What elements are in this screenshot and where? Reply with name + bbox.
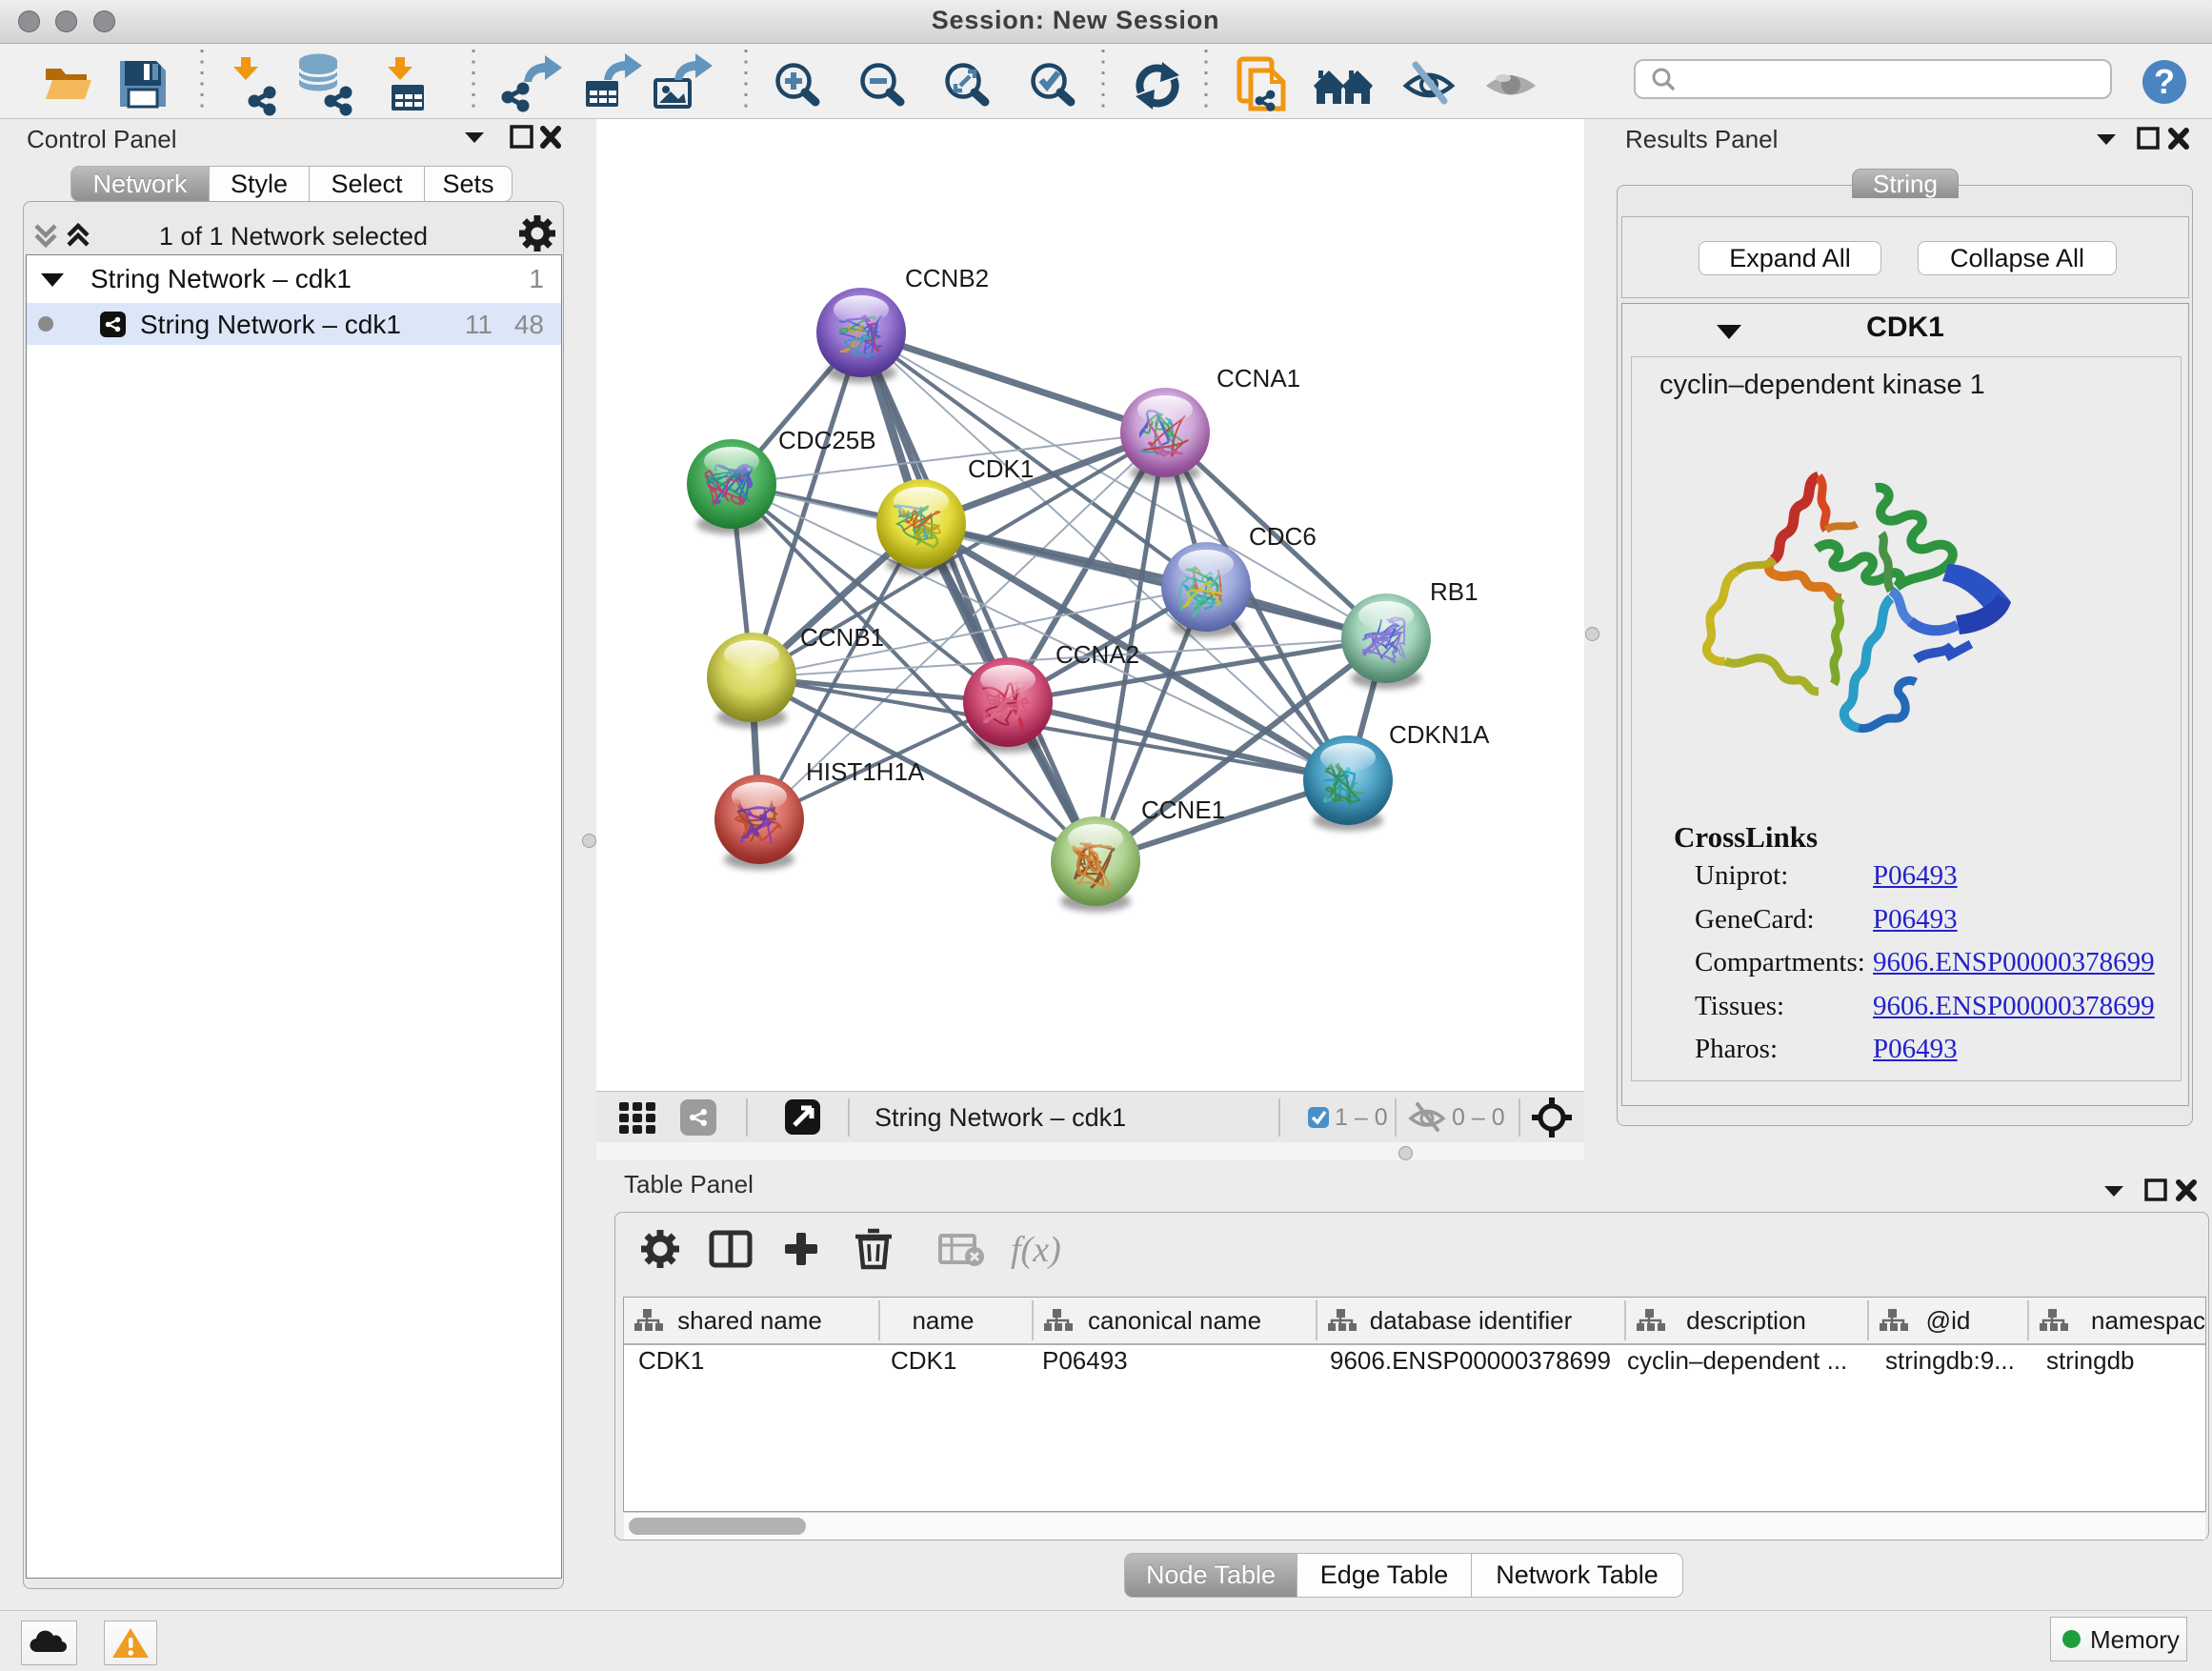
svg-text:description: description bbox=[1686, 1306, 1806, 1335]
svg-text:cyclin–dependent ...: cyclin–dependent ... bbox=[1627, 1346, 1847, 1375]
svg-text:CCNE1: CCNE1 bbox=[1141, 795, 1225, 824]
svg-text:shared name: shared name bbox=[677, 1306, 822, 1335]
svg-text:CDKN1A: CDKN1A bbox=[1389, 720, 1490, 749]
svg-text:CDC6: CDC6 bbox=[1249, 522, 1317, 551]
svg-text:canonical name: canonical name bbox=[1088, 1306, 1261, 1335]
svg-text:CCNB1: CCNB1 bbox=[800, 623, 884, 652]
svg-text:namespace: namespace bbox=[2091, 1306, 2206, 1335]
svg-text:9606.ENSP00000378699: 9606.ENSP00000378699 bbox=[1330, 1346, 1611, 1375]
svg-text:RB1: RB1 bbox=[1430, 577, 1478, 606]
svg-text:String Network – cdk1: String Network – cdk1 bbox=[875, 1103, 1126, 1132]
svg-text:CDC25B: CDC25B bbox=[778, 426, 876, 454]
svg-text:CCNA2: CCNA2 bbox=[1056, 640, 1139, 669]
svg-text:HIST1H1A: HIST1H1A bbox=[806, 757, 925, 786]
svg-text:f(x): f(x) bbox=[1011, 1230, 1061, 1270]
svg-text:CCNB2: CCNB2 bbox=[905, 264, 989, 292]
svg-text:0 – 0: 0 – 0 bbox=[1452, 1104, 1505, 1131]
svg-text:database identifier: database identifier bbox=[1370, 1306, 1573, 1335]
svg-text:stringdb: stringdb bbox=[2046, 1346, 2135, 1375]
svg-text:name: name bbox=[912, 1306, 974, 1335]
svg-text:@id: @id bbox=[1926, 1306, 1971, 1335]
svg-text:CDK1: CDK1 bbox=[891, 1346, 956, 1375]
svg-text:CDK1: CDK1 bbox=[968, 454, 1034, 483]
svg-text:P06493: P06493 bbox=[1042, 1346, 1128, 1375]
svg-text:stringdb:9...: stringdb:9... bbox=[1885, 1346, 2015, 1375]
svg-text:1 – 0: 1 – 0 bbox=[1335, 1104, 1388, 1131]
svg-text:CDK1: CDK1 bbox=[638, 1346, 704, 1375]
svg-text:?: ? bbox=[2154, 62, 2175, 101]
svg-text:CCNA1: CCNA1 bbox=[1217, 364, 1300, 393]
